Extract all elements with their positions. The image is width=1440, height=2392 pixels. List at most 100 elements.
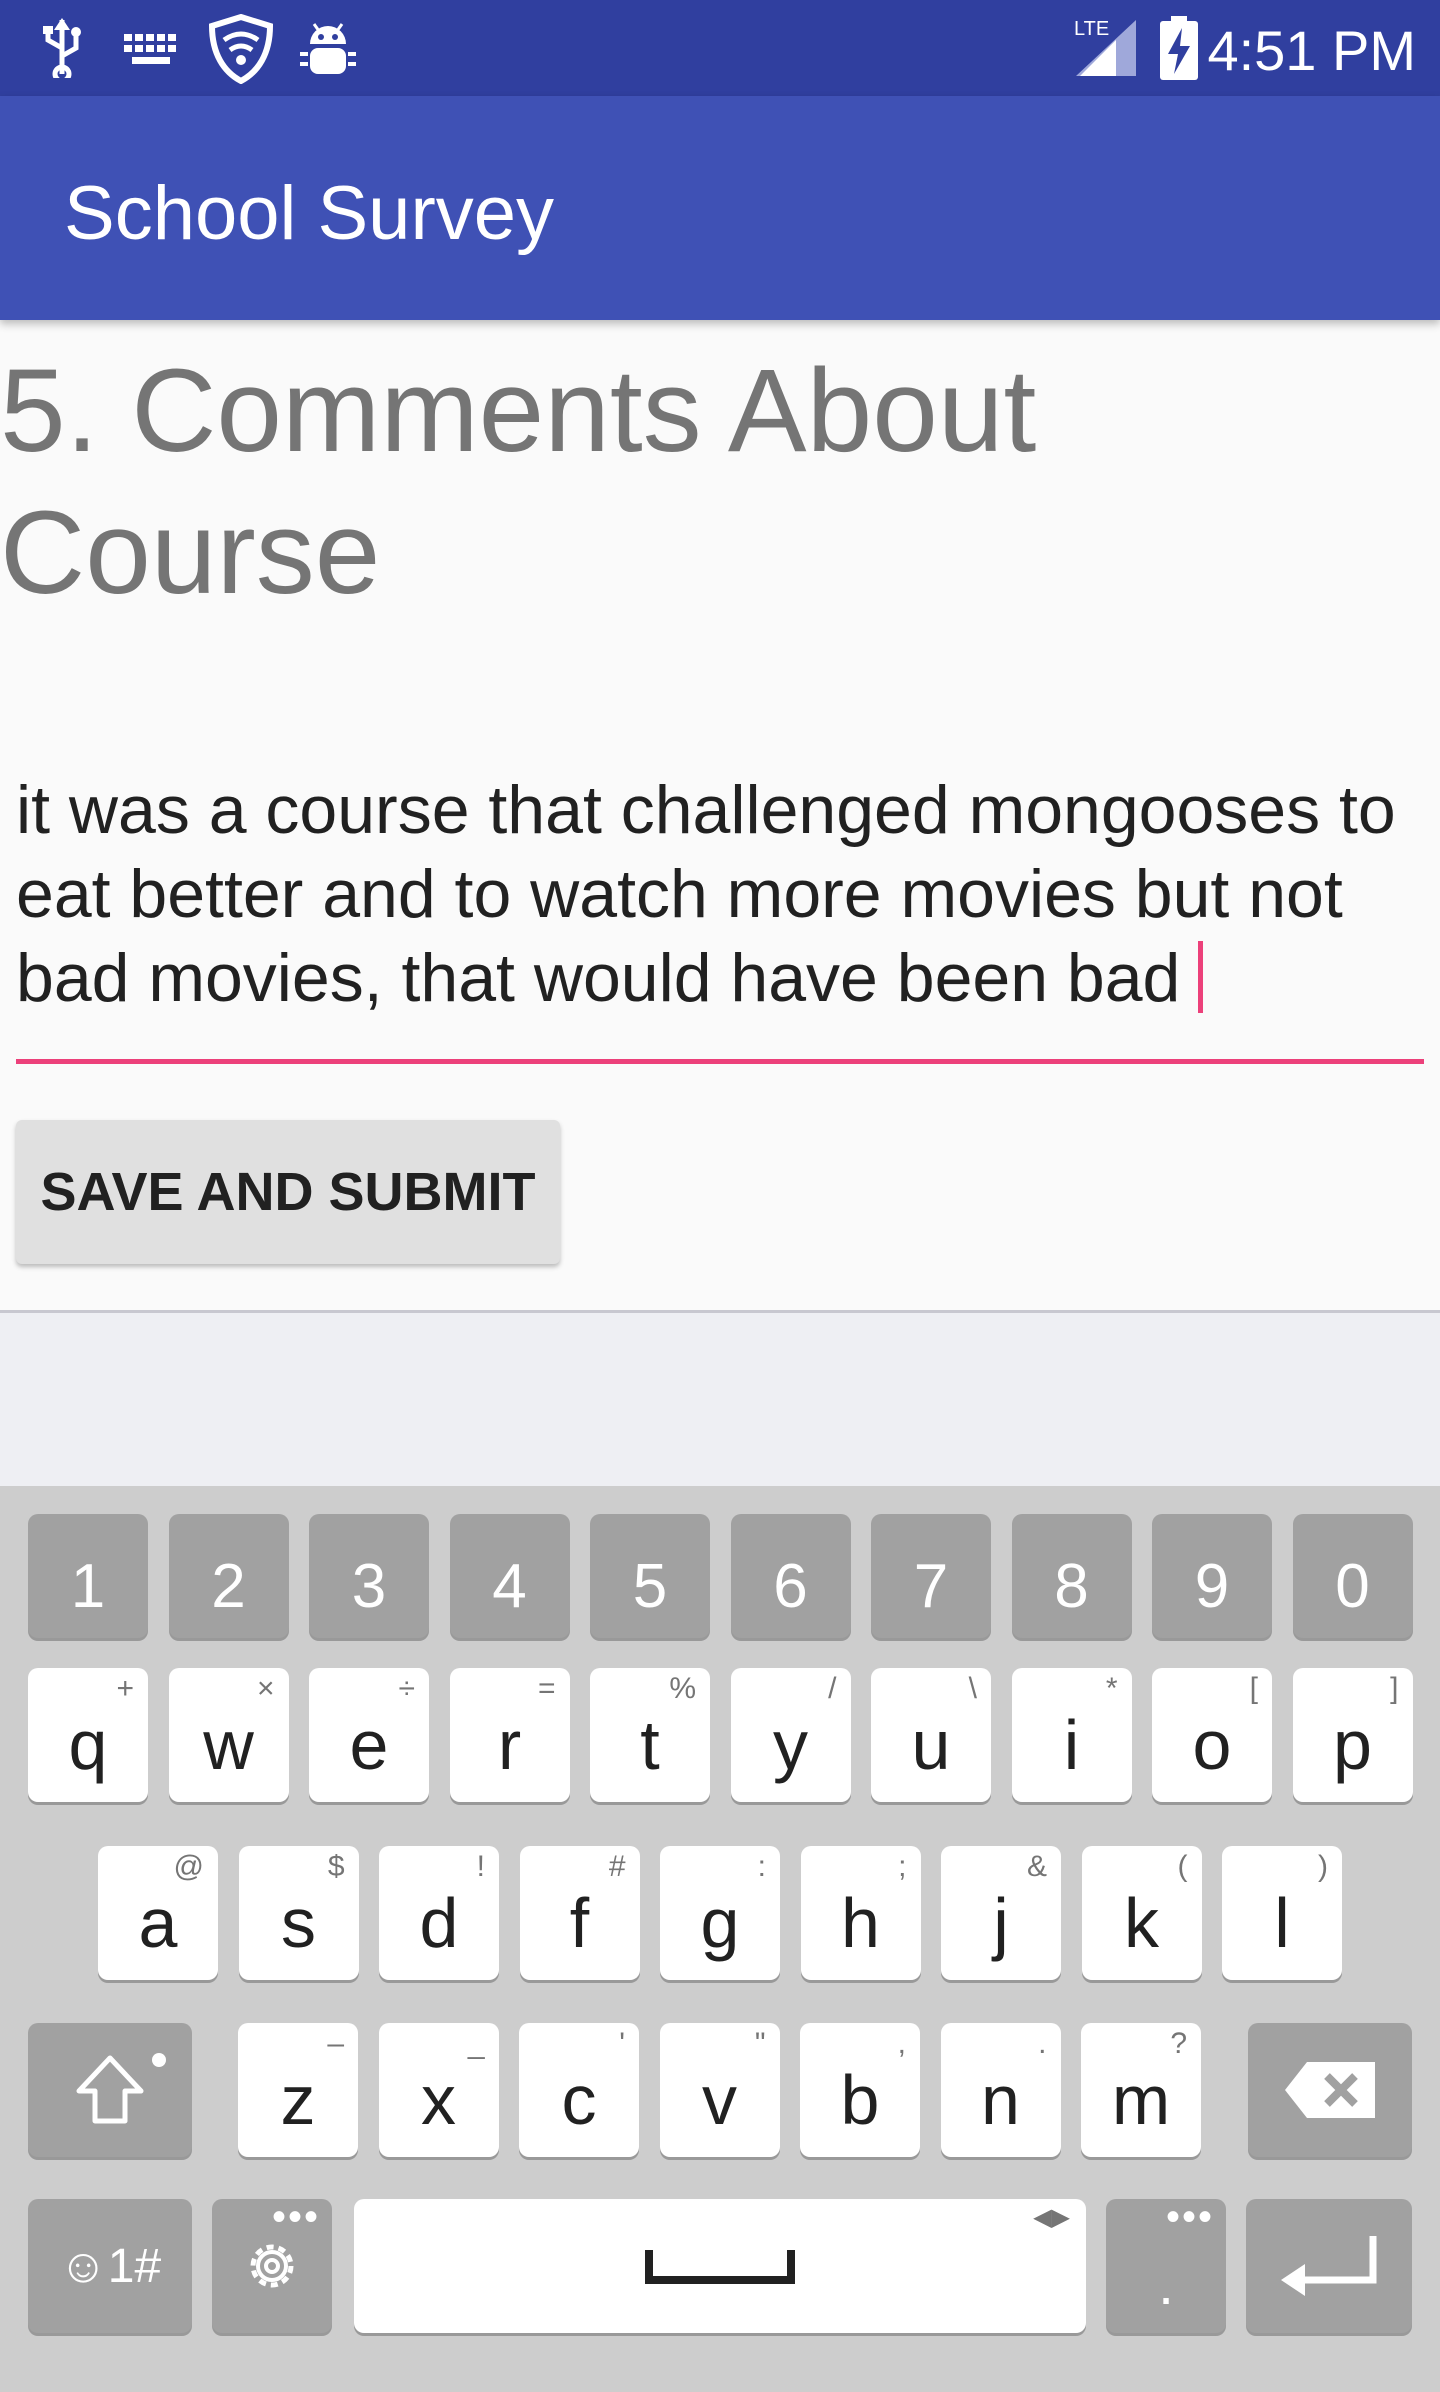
key-r-hint: = bbox=[537, 1672, 556, 1705]
more-dots-icon: ••• bbox=[1165, 2195, 1214, 2239]
text-cursor bbox=[1198, 941, 1204, 1013]
key-b[interactable]: b, bbox=[800, 2023, 920, 2157]
key-p-label: p bbox=[1333, 1706, 1372, 1784]
key-x-label: x bbox=[421, 2061, 456, 2139]
key-x-hint: _ bbox=[467, 2027, 485, 2060]
battery-charging-icon bbox=[1160, 16, 1198, 80]
key-7-label: 7 bbox=[913, 1551, 949, 1621]
more-dots-icon: ••• bbox=[271, 2195, 320, 2239]
key-t[interactable]: t% bbox=[590, 1668, 710, 1802]
key-4[interactable]: 4 bbox=[449, 1514, 570, 1638]
key-j-label: j bbox=[993, 1884, 1009, 1962]
key-w-hint: × bbox=[256, 1672, 275, 1705]
key-w-label: w bbox=[203, 1706, 254, 1784]
text-field-underline bbox=[16, 1059, 1424, 1064]
key-9-label: 9 bbox=[1194, 1551, 1230, 1621]
key-y[interactable]: y / bbox=[730, 1668, 851, 1802]
key-3[interactable]: 3 bbox=[309, 1514, 429, 1638]
key-h[interactable]: h; bbox=[800, 1846, 921, 1980]
key-a[interactable]: a @ bbox=[98, 1846, 218, 1980]
key-0[interactable]: 0 bbox=[1292, 1514, 1413, 1638]
key-e[interactable]: e ÷ bbox=[309, 1668, 429, 1802]
key-0-label: 0 bbox=[1335, 1551, 1370, 1621]
key-d-hint: ! bbox=[476, 1850, 485, 1883]
key-w[interactable]: w × bbox=[168, 1668, 289, 1802]
key-9[interactable]: 9 bbox=[1152, 1514, 1272, 1638]
key-j-hint: & bbox=[1026, 1850, 1047, 1883]
save-and-submit-button[interactable]: SAVE AND SUBMIT bbox=[16, 1120, 560, 1264]
backspace-key[interactable] bbox=[1248, 2023, 1412, 2157]
key-h-hint: ; bbox=[898, 1850, 907, 1883]
period-key[interactable]: ••• . bbox=[1106, 2195, 1226, 2333]
key-d[interactable]: d! bbox=[379, 1846, 499, 1980]
key-5-label: 5 bbox=[632, 1551, 668, 1621]
symbols-key[interactable]: ☺1# bbox=[28, 2199, 192, 2333]
backspace-icon bbox=[1285, 2062, 1375, 2118]
key-l[interactable]: l) bbox=[1222, 1846, 1342, 1980]
gear-icon bbox=[250, 2244, 294, 2288]
key-c-hint: ' bbox=[619, 2027, 625, 2060]
key-g-label: g bbox=[700, 1884, 740, 1962]
key-e-hint: ÷ bbox=[398, 1672, 415, 1705]
status-time: 4:51 PM bbox=[1207, 19, 1416, 82]
key-a-label: a bbox=[138, 1884, 178, 1962]
key-i[interactable]: i * bbox=[1011, 1668, 1132, 1802]
key-o-hint: [ bbox=[1249, 1672, 1258, 1705]
key-x[interactable]: x _ bbox=[378, 2023, 499, 2157]
key-g[interactable]: g: bbox=[660, 1846, 780, 1980]
cursor-arrows-icon: ◀▶ bbox=[1033, 2204, 1070, 2231]
key-1-label: 1 bbox=[70, 1551, 106, 1621]
key-8-label: 8 bbox=[1054, 1551, 1089, 1621]
key-s[interactable]: s $ bbox=[238, 1846, 359, 1980]
keyboard-icon bbox=[124, 34, 176, 64]
key-u[interactable]: u \ bbox=[871, 1668, 991, 1802]
key-7[interactable]: 7 bbox=[871, 1514, 991, 1638]
key-c[interactable]: c ' bbox=[519, 2023, 639, 2157]
key-k-label: k bbox=[1124, 1884, 1159, 1962]
enter-key[interactable] bbox=[1246, 2199, 1412, 2333]
key-f-label: f bbox=[569, 1884, 590, 1962]
key-q-label: q bbox=[68, 1706, 108, 1784]
status-bar: LTE 4:51 PM bbox=[0, 0, 1440, 96]
key-o[interactable]: o[ bbox=[1152, 1668, 1272, 1802]
question-title: 5. Comments About Course bbox=[0, 345, 1037, 619]
shield-wifi-icon bbox=[208, 14, 274, 84]
app-title: School Survey bbox=[64, 171, 555, 256]
key-q[interactable]: q + bbox=[28, 1668, 148, 1802]
key-p-hint: ] bbox=[1390, 1672, 1399, 1705]
key-1[interactable]: 1 bbox=[28, 1514, 148, 1638]
key-f[interactable]: f # bbox=[519, 1846, 640, 1980]
key-n-label: n bbox=[981, 2061, 1020, 2139]
key-t-hint: % bbox=[669, 1672, 696, 1705]
key-2-label: 2 bbox=[211, 1551, 246, 1621]
key-v[interactable]: v " bbox=[659, 2023, 780, 2157]
key-u-label: u bbox=[911, 1706, 951, 1784]
key-y-hint: / bbox=[828, 1672, 837, 1705]
comments-text-field[interactable]: it was a course that challenged mongoose… bbox=[16, 768, 1426, 1020]
key-m[interactable]: m? bbox=[1081, 2023, 1201, 2157]
key-r-label: r bbox=[497, 1706, 522, 1784]
key-n[interactable]: n. bbox=[940, 2023, 1061, 2157]
period-key-label: . bbox=[1158, 2252, 1174, 2316]
settings-key[interactable]: ••• bbox=[212, 2195, 332, 2333]
key-m-label: m bbox=[1111, 2061, 1171, 2139]
key-y-label: y bbox=[773, 1706, 808, 1784]
spacebar-key[interactable]: ◀▶ bbox=[354, 2199, 1086, 2333]
key-8[interactable]: 8 bbox=[1011, 1514, 1132, 1638]
key-z[interactable]: z – bbox=[238, 2023, 358, 2157]
app-bar: School Survey bbox=[0, 96, 1440, 320]
key-5[interactable]: 5 bbox=[590, 1514, 710, 1638]
key-p[interactable]: p] bbox=[1292, 1668, 1413, 1802]
key-2[interactable]: 2 bbox=[168, 1514, 289, 1638]
key-k-hint: ( bbox=[1177, 1850, 1188, 1883]
shift-key[interactable] bbox=[28, 2023, 192, 2157]
key-g-hint: : bbox=[757, 1850, 766, 1883]
signal-icon bbox=[1076, 20, 1136, 76]
key-k[interactable]: k( bbox=[1081, 1846, 1202, 1980]
key-r[interactable]: r = bbox=[449, 1668, 570, 1802]
key-z-hint: – bbox=[327, 2027, 344, 2060]
key-j[interactable]: j & bbox=[941, 1846, 1061, 1980]
key-l-hint: ) bbox=[1318, 1850, 1328, 1883]
key-6[interactable]: 6 bbox=[730, 1514, 851, 1638]
key-u-hint: \ bbox=[968, 1672, 977, 1705]
